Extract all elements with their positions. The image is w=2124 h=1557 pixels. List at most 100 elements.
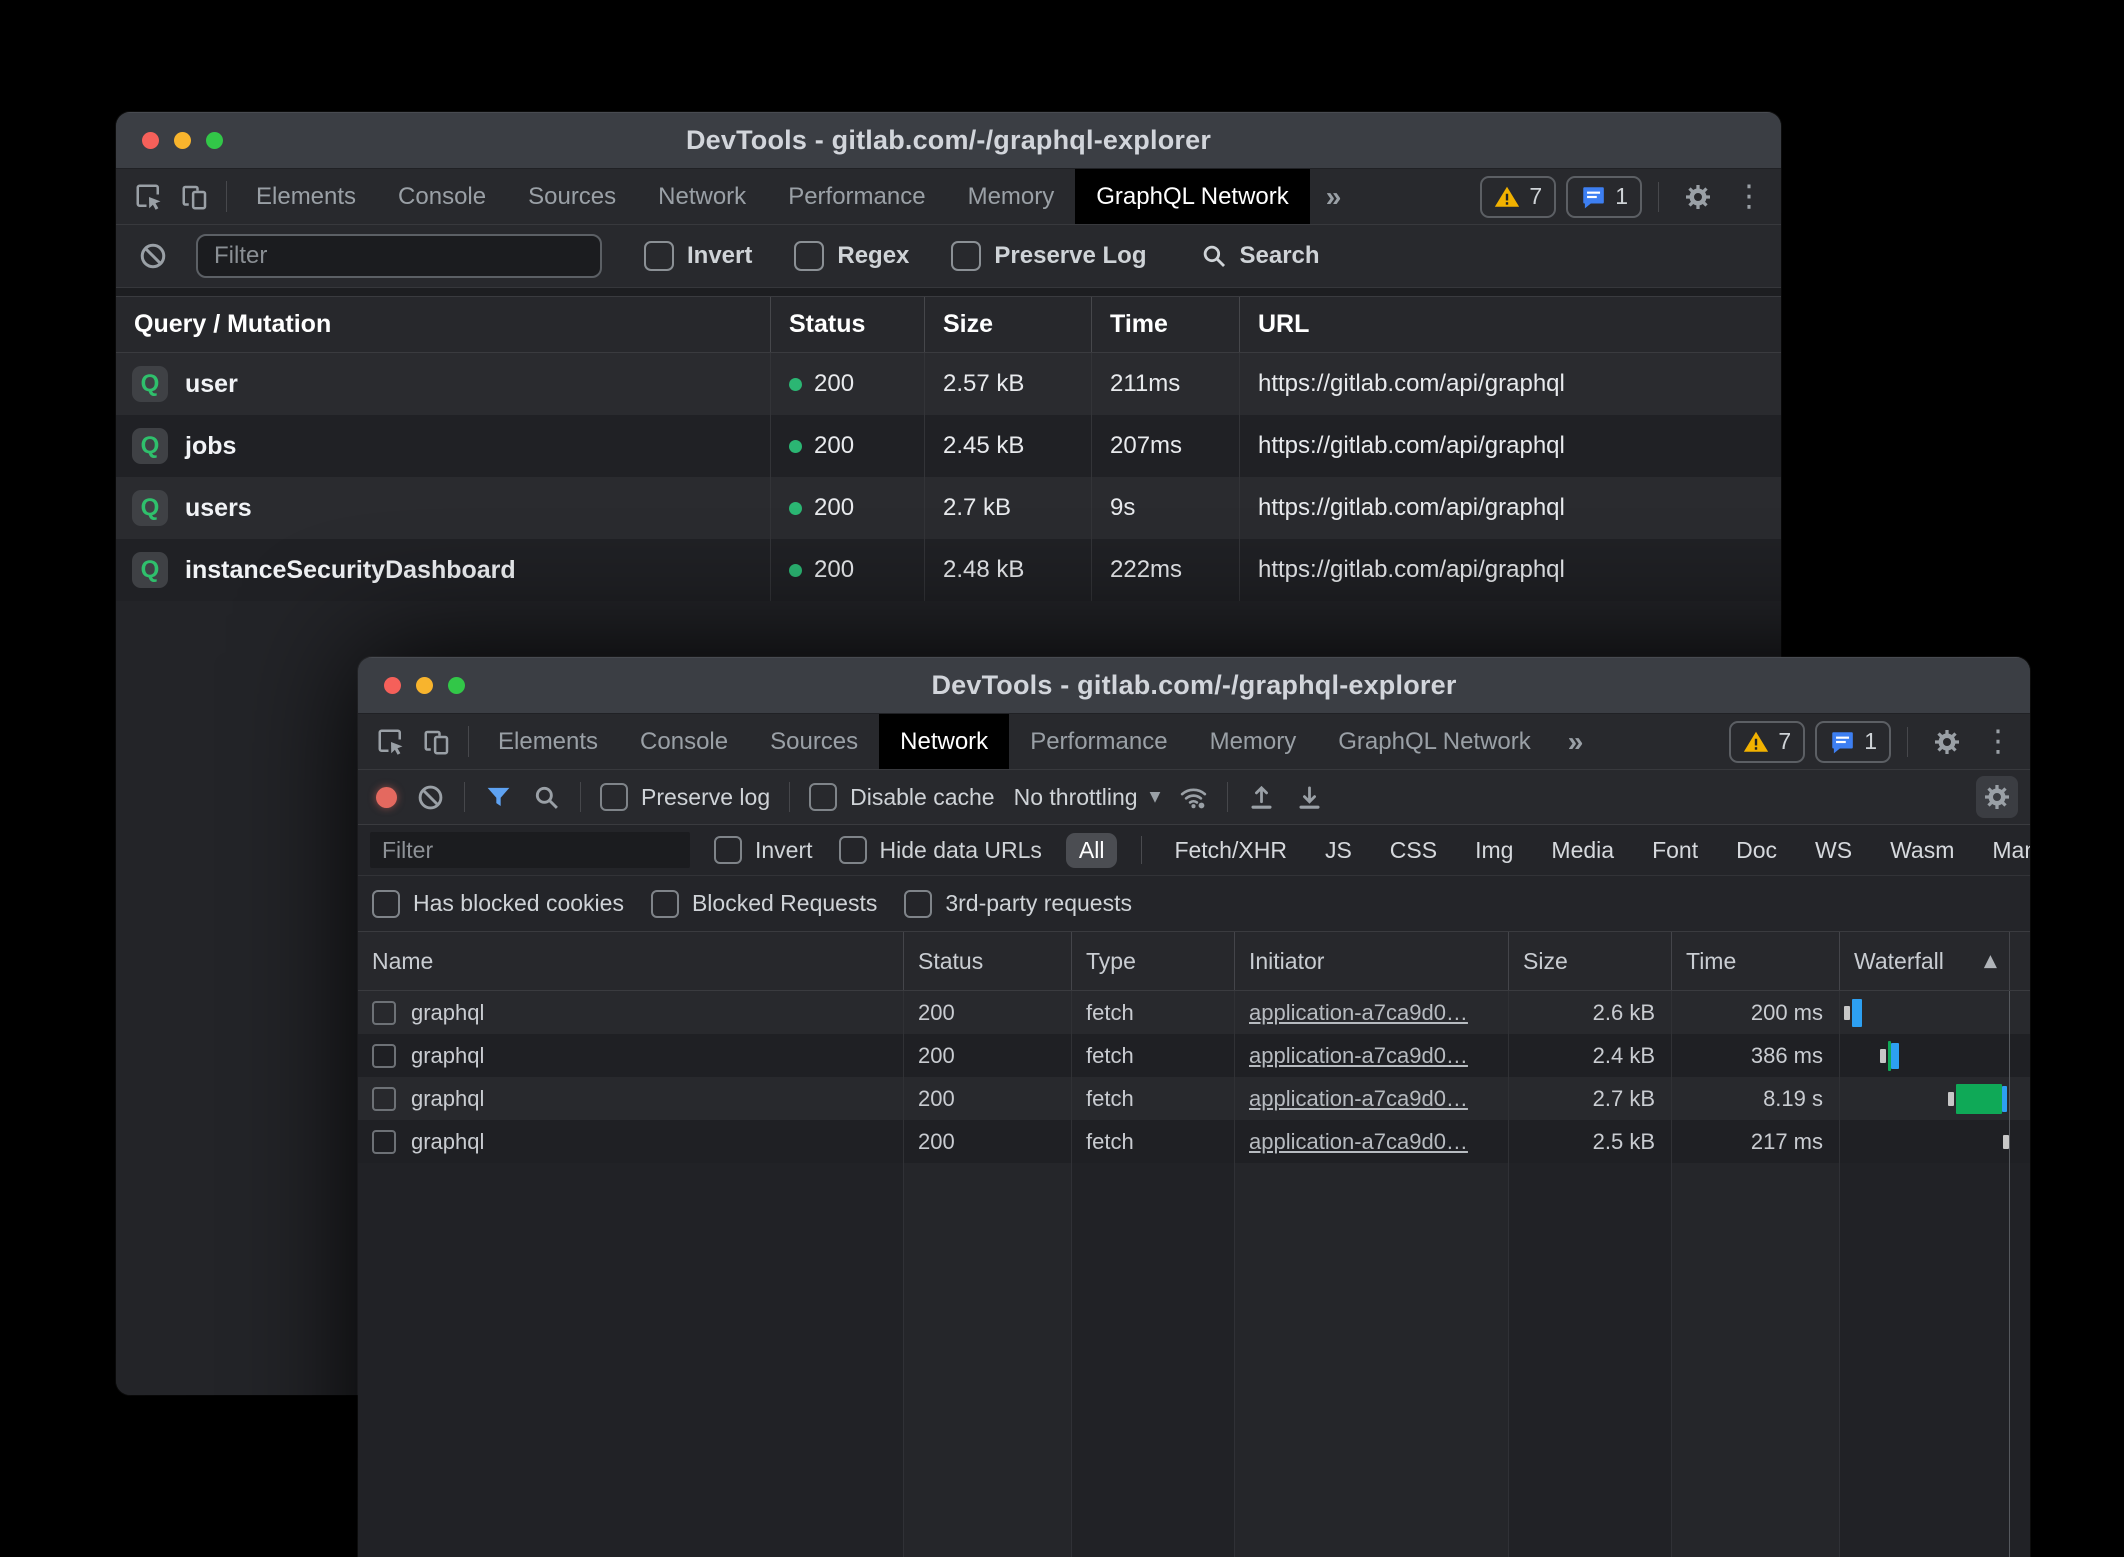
filter-input[interactable] (196, 234, 602, 278)
checkbox[interactable] (600, 783, 628, 811)
minimize-button[interactable] (174, 132, 191, 149)
row-checkbox[interactable] (372, 1044, 396, 1068)
request-type-chip[interactable]: WS (1807, 833, 1860, 868)
column-header[interactable]: Initiator (1235, 932, 1509, 990)
device-toolbar-icon[interactable] (172, 169, 218, 224)
column-header[interactable]: Time (1672, 932, 1840, 990)
titlebar[interactable]: DevTools - gitlab.com/-/graphql-explorer (358, 657, 2030, 714)
row-checkbox[interactable] (372, 1087, 396, 1111)
checkbox[interactable] (651, 890, 679, 918)
device-toolbar-icon[interactable] (414, 714, 460, 769)
scrollbar-gutter[interactable] (2010, 1120, 2030, 1163)
checkbox[interactable] (809, 783, 837, 811)
column-header-waterfall[interactable]: Waterfall ▲ (1840, 932, 2010, 990)
fullscreen-button[interactable] (206, 132, 223, 149)
panel-tab[interactable]: Performance (767, 169, 946, 224)
initiator-link[interactable]: application-a7ca9d0… (1249, 1043, 1468, 1069)
filter-checkbox[interactable]: Hide data URLs (839, 836, 1042, 864)
clear-icon[interactable] (136, 241, 170, 271)
export-har-icon[interactable] (1295, 783, 1324, 812)
request-row[interactable]: graphql 200 fetch application-a7ca9d0… 2… (358, 1077, 2030, 1120)
panel-tab[interactable]: Elements (235, 169, 377, 224)
close-button[interactable] (142, 132, 159, 149)
kebab-menu-icon[interactable]: ⋮ (1980, 724, 2016, 759)
query-row[interactable]: Q users 200 2.7 kB 9s https://gitlab.com… (116, 477, 1781, 539)
column-header[interactable]: Status (771, 297, 925, 352)
checkbox[interactable] (372, 890, 400, 918)
request-row[interactable]: graphql 200 fetch application-a7ca9d0… 2… (358, 991, 2030, 1034)
network-settings-gear-icon[interactable] (1976, 776, 2018, 818)
request-type-chip[interactable]: CSS (1382, 833, 1445, 868)
inspect-element-icon[interactable] (368, 714, 414, 769)
scrollbar-gutter[interactable] (2010, 1077, 2030, 1120)
settings-gear-icon[interactable] (1924, 727, 1970, 757)
request-type-chip[interactable]: Manifest (1984, 833, 2030, 868)
checkbox[interactable] (794, 241, 824, 271)
warnings-badge[interactable]: 7 (1480, 176, 1556, 218)
fullscreen-button[interactable] (448, 677, 465, 694)
warnings-badge[interactable]: 7 (1729, 721, 1805, 763)
checkbox[interactable] (714, 836, 742, 864)
panel-tab[interactable]: Elements (477, 714, 619, 769)
row-checkbox[interactable] (372, 1001, 396, 1025)
option-checkbox[interactable]: Has blocked cookies (372, 890, 624, 918)
search-control[interactable]: Search (1200, 242, 1319, 270)
initiator-link[interactable]: application-a7ca9d0… (1249, 1129, 1468, 1155)
column-header[interactable]: Type (1072, 932, 1235, 990)
checkbox[interactable] (644, 241, 674, 271)
initiator-link[interactable]: application-a7ca9d0… (1249, 1086, 1468, 1112)
panel-tab[interactable]: Memory (947, 169, 1076, 224)
column-header[interactable]: Size (1509, 932, 1672, 990)
filter-checkbox[interactable]: Invert (714, 836, 813, 864)
filter-funnel-icon[interactable] (484, 783, 513, 812)
disable-cache-checkbox[interactable]: Disable cache (809, 783, 994, 811)
kebab-menu-icon[interactable]: ⋮ (1731, 179, 1767, 214)
network-conditions-icon[interactable] (1179, 783, 1208, 812)
panel-tab[interactable]: Sources (749, 714, 879, 769)
more-panels-chevron-icon[interactable]: » (1552, 714, 1600, 769)
query-row[interactable]: Q instanceSecurityDashboard 200 2.48 kB … (116, 539, 1781, 601)
issues-badge[interactable]: 1 (1815, 721, 1891, 763)
query-row[interactable]: Q jobs 200 2.45 kB 207ms https://gitlab.… (116, 415, 1781, 477)
request-type-chip[interactable]: Media (1543, 833, 1622, 868)
filter-checkbox[interactable]: Invert (644, 241, 752, 271)
request-type-chip[interactable]: JS (1317, 833, 1360, 868)
panel-tab[interactable]: Memory (1189, 714, 1318, 769)
panel-tab[interactable]: Sources (507, 169, 637, 224)
checkbox[interactable] (951, 241, 981, 271)
column-header[interactable]: Status (904, 932, 1072, 990)
query-row[interactable]: Q user 200 2.57 kB 211ms https://gitlab.… (116, 353, 1781, 415)
record-network-log-button[interactable] (376, 787, 397, 808)
panel-tab[interactable]: Performance (1009, 714, 1188, 769)
request-row[interactable]: graphql 200 fetch application-a7ca9d0… 2… (358, 1034, 2030, 1077)
column-header[interactable]: URL (1240, 297, 1781, 352)
column-header[interactable]: Name (358, 932, 904, 990)
initiator-link[interactable]: application-a7ca9d0… (1249, 1000, 1468, 1026)
clear-network-log-icon[interactable] (416, 783, 445, 812)
panel-tab[interactable]: Console (377, 169, 507, 224)
titlebar[interactable]: DevTools - gitlab.com/-/graphql-explorer (116, 112, 1781, 169)
network-filter-input[interactable] (370, 832, 690, 868)
panel-tab[interactable]: Console (619, 714, 749, 769)
column-header[interactable]: Time (1092, 297, 1240, 352)
request-type-chip[interactable]: All (1066, 833, 1118, 868)
request-type-chip[interactable]: Fetch/XHR (1166, 833, 1294, 868)
inspect-element-icon[interactable] (126, 169, 172, 224)
option-checkbox[interactable]: 3rd-party requests (904, 890, 1132, 918)
panel-tab[interactable]: Network (637, 169, 767, 224)
filter-checkbox[interactable]: Regex (794, 241, 909, 271)
panel-tab[interactable]: GraphQL Network (1317, 714, 1552, 769)
filter-checkbox[interactable]: Preserve Log (951, 241, 1146, 271)
preserve-log-checkbox[interactable]: Preserve log (600, 783, 770, 811)
issues-badge[interactable]: 1 (1566, 176, 1642, 218)
checkbox[interactable] (904, 890, 932, 918)
close-button[interactable] (384, 677, 401, 694)
more-panels-chevron-icon[interactable]: » (1310, 169, 1358, 224)
checkbox[interactable] (839, 836, 867, 864)
minimize-button[interactable] (416, 677, 433, 694)
settings-gear-icon[interactable] (1675, 182, 1721, 212)
throttling-dropdown[interactable]: No throttling ▼ (1014, 784, 1161, 811)
scrollbar-gutter[interactable] (2010, 1163, 2030, 1557)
option-checkbox[interactable]: Blocked Requests (651, 890, 877, 918)
request-row[interactable]: graphql 200 fetch application-a7ca9d0… 2… (358, 1120, 2030, 1163)
